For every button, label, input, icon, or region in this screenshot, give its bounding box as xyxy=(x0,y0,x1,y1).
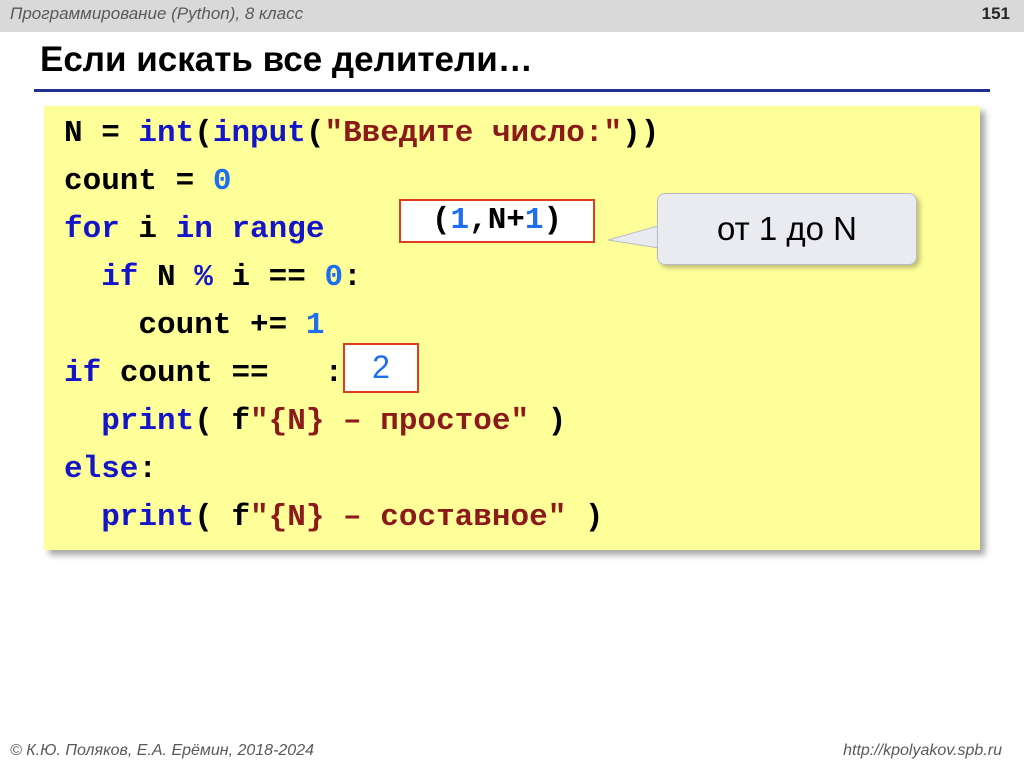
code-line-4: if N % i == 0: xyxy=(64,254,362,302)
code-token: 1 xyxy=(450,203,470,238)
code-token: ) xyxy=(543,203,563,238)
footer-author: © К.Ю. Поляков, Е.А. Ерёмин, 2018-2024 xyxy=(10,742,314,759)
code-token: i == xyxy=(212,260,325,295)
code-line-1: N = int(input("Введите число:")) xyxy=(64,110,659,158)
code-token: ( f xyxy=(194,500,251,535)
code-token: ( xyxy=(431,203,451,238)
code-token: : xyxy=(138,452,158,487)
code-token: ) xyxy=(566,500,604,535)
slide-number: 151 xyxy=(981,4,1010,23)
code-token: "Введите число:" xyxy=(324,116,623,151)
code-token: % xyxy=(194,260,213,295)
code-token: 1 xyxy=(305,308,325,343)
code-line-2: count = 0 xyxy=(64,158,231,206)
code-token: for xyxy=(64,212,120,247)
code-token: i xyxy=(119,212,176,247)
code-token: ,N+ xyxy=(469,203,525,238)
code-line-8: else: xyxy=(64,446,157,494)
code-token: in xyxy=(175,212,213,247)
code-token: ( xyxy=(194,116,213,151)
slide-title: Если искать все делители… xyxy=(40,40,533,79)
code-token: count = xyxy=(64,164,213,199)
range-highlight-box: (1,N+1) xyxy=(399,199,595,243)
code-token: 0 xyxy=(212,164,232,199)
title-underline xyxy=(34,89,990,92)
code-token: "{N} – простое" xyxy=(250,404,530,439)
code-token: input xyxy=(212,116,306,151)
code-token: print xyxy=(64,500,195,535)
code-token: 0 xyxy=(324,260,344,295)
header-bar: Программирование (Python), 8 класс 151 xyxy=(0,0,1024,32)
code-line-5: count += 1 xyxy=(64,302,324,350)
code-token: else xyxy=(64,452,139,487)
code-token: 1 xyxy=(524,203,544,238)
code-token: print xyxy=(64,404,195,439)
code-token: count == xyxy=(101,356,288,391)
callout-bubble: от 1 до N xyxy=(657,193,917,265)
code-token: count += xyxy=(64,308,306,343)
code-token: int xyxy=(138,116,195,151)
footer-url: http://kpolyakov.spb.ru xyxy=(843,742,1002,759)
code-token: range xyxy=(212,212,325,247)
code-token: "{N} – составное" xyxy=(250,500,567,535)
code-token: ( f xyxy=(194,404,251,439)
two-highlight-box: 2 xyxy=(343,343,419,393)
course-title: Программирование (Python), 8 класс xyxy=(10,4,304,23)
code-token: if xyxy=(64,356,102,391)
code-token: ) xyxy=(529,404,567,439)
code-token: : xyxy=(324,356,344,391)
code-token: N = xyxy=(64,116,139,151)
code-line-6: if count == : xyxy=(64,350,343,398)
code-block: N = int(input("Введите число:")) count =… xyxy=(44,106,980,550)
code-token: N xyxy=(138,260,195,295)
code-line-9: print( f"{N} – составное" ) xyxy=(64,494,604,542)
code-token: : xyxy=(343,260,362,295)
code-token: )) xyxy=(622,116,660,151)
code-token: ( xyxy=(305,116,325,151)
code-token: if xyxy=(64,260,139,295)
code-line-7: print( f"{N} – простое" ) xyxy=(64,398,566,446)
